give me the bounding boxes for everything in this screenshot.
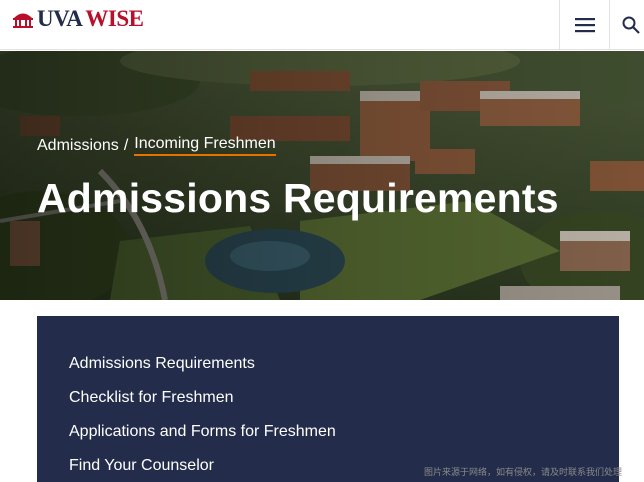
- logo-text-uva: UVA: [37, 6, 83, 31]
- menu-button[interactable]: [559, 0, 609, 50]
- hero-banner: Admissions / Incoming Freshmen Admission…: [0, 51, 644, 300]
- nav-item-applications-and-forms[interactable]: Applications and Forms for Freshmen: [69, 423, 336, 441]
- site-header: UVA WISE: [0, 0, 644, 50]
- uva-wise-logo[interactable]: UVA WISE: [12, 6, 144, 32]
- breadcrumb-current-incoming-freshmen[interactable]: Incoming Freshmen: [134, 135, 276, 156]
- nav-item-admissions-requirements[interactable]: Admissions Requirements: [69, 355, 255, 373]
- nav-item-find-your-counselor[interactable]: Find Your Counselor: [69, 457, 214, 475]
- breadcrumb: Admissions / Incoming Freshmen: [37, 135, 276, 156]
- image-source-watermark: 图片来源于网络，如有侵权，请及时联系我们处理: [424, 467, 623, 477]
- rotunda-icon: [13, 13, 33, 28]
- section-nav-menu: Admissions Requirements Checklist for Fr…: [37, 316, 619, 482]
- breadcrumb-separator: /: [123, 136, 129, 154]
- logo-text-wise: WISE: [85, 6, 144, 31]
- page-title: Admissions Requirements: [37, 175, 559, 221]
- search-icon: [622, 16, 640, 34]
- hamburger-menu-icon: [574, 18, 595, 33]
- search-button[interactable]: [609, 0, 644, 50]
- breadcrumb-link-admissions[interactable]: Admissions: [37, 137, 119, 155]
- nav-item-checklist-for-freshmen[interactable]: Checklist for Freshmen: [69, 389, 234, 407]
